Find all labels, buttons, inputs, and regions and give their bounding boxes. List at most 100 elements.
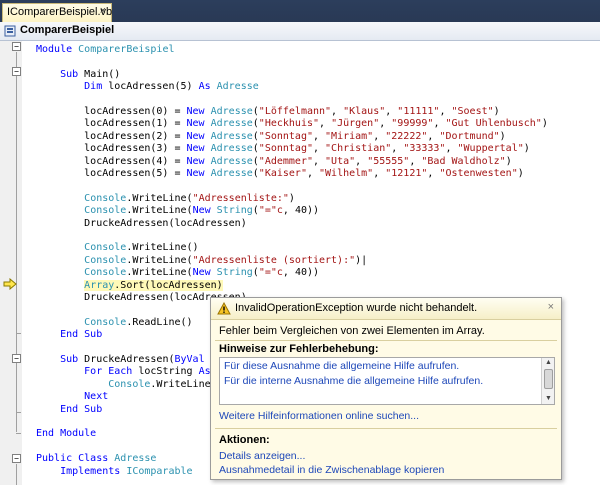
tips-scrollbar[interactable]: ▲ ▼ [541, 358, 554, 404]
code-token: Next [36, 391, 109, 403]
code-line[interactable] [0, 180, 600, 193]
code-token: Module [36, 44, 79, 55]
code-token: "Dortmund" [439, 130, 500, 142]
more-help-online-link[interactable]: Weitere Hilfeinformationen online suchen… [219, 410, 419, 422]
code-line[interactable]: Array.Sort(locAdressen) [0, 279, 600, 293]
code-text: locAdressen(0) = New Adresse("Löffelmann… [36, 106, 500, 119]
scroll-up-icon[interactable]: ▲ [543, 358, 554, 368]
code-text: locAdressen(5) = New Adresse("Kaiser", "… [36, 168, 524, 181]
code-token: "Sonntag" [258, 143, 313, 155]
divider [215, 340, 557, 341]
code-token: "Adressenliste:" [192, 192, 289, 204]
code-token: locAdressen(2) = [36, 130, 187, 142]
code-token: "Wuppertal" [457, 143, 524, 155]
tab-close-icon[interactable]: × [100, 5, 106, 17]
scroll-down-icon[interactable]: ▼ [543, 394, 554, 404]
document-tab-label: IComparerBeispiel.vb [7, 6, 113, 18]
code-token: New [192, 267, 217, 279]
collapse-druckeadressen-icon[interactable]: − [12, 354, 21, 363]
code-token: String [216, 267, 253, 279]
code-token: ByVal [174, 354, 211, 365]
outline-end-marker [16, 433, 21, 434]
code-line[interactable] [0, 56, 600, 69]
code-token: .WriteLine( [126, 192, 193, 204]
code-line[interactable]: locAdressen(3) = New Adresse("Sonntag", … [0, 143, 600, 156]
code-text: Console.WriteLine() [36, 242, 198, 255]
code-token: DruckeAdressen(locAdressen) [36, 217, 247, 229]
copy-exception-detail-link[interactable]: Ausnahmedetail in die Zwischenablage kop… [219, 464, 444, 476]
code-token: "Klaus" [343, 106, 386, 117]
code-token: Adresse [210, 143, 253, 155]
code-token: ) [505, 155, 512, 167]
troubleshooting-heading: Hinweise zur Fehlerbehebung: [219, 343, 379, 355]
collapse-main-icon[interactable]: − [12, 67, 21, 76]
troubleshooting-tips-list[interactable]: Für diese Ausnahme die allgemeine Hilfe … [219, 357, 555, 405]
scroll-thumb[interactable] [544, 369, 553, 389]
code-token: "Adressenliste (sortiert):" [192, 254, 356, 266]
collapse-module-icon[interactable]: − [12, 42, 21, 51]
code-token: , [427, 130, 440, 142]
code-token: New [186, 130, 211, 142]
code-text: Console.WriteLine("Adressenliste:") [36, 193, 295, 206]
code-line[interactable]: Console.WriteLine("Adressenliste:") [0, 193, 600, 206]
collapse-class-icon[interactable]: − [12, 454, 21, 463]
code-token: locAdressen(5) = [36, 168, 187, 179]
code-token: , 40)) [282, 205, 320, 217]
code-token: Sub [36, 68, 85, 80]
code-text: Module ComparerBeispiel [36, 44, 174, 57]
code-line[interactable] [0, 94, 600, 107]
code-token: Adresse [114, 453, 157, 465]
code-line[interactable]: Console.WriteLine(New String("="c, 40)) [0, 267, 600, 280]
code-token: ) [517, 168, 524, 179]
code-line[interactable]: Sub Main() [0, 69, 600, 82]
navigation-bar[interactable]: ComparerBeispiel [0, 22, 600, 41]
code-token: "Ademmer" [258, 155, 313, 167]
code-token: End Sub [36, 403, 103, 415]
code-token: Public Class [36, 453, 115, 465]
code-token: "99999" [391, 118, 434, 130]
popup-close-icon[interactable]: × [548, 301, 554, 313]
code-token: Array [84, 279, 115, 291]
code-token: Adresse [210, 130, 253, 142]
code-token: , [373, 168, 386, 179]
warning-icon [217, 302, 231, 315]
code-token: "22222" [385, 130, 428, 142]
code-token: , [385, 106, 398, 117]
code-token: Console [84, 254, 127, 266]
tip-link-inner-exception-help[interactable]: Für die interne Ausnahme die allgemeine … [224, 375, 483, 387]
code-line[interactable]: locAdressen(4) = New Adresse("Ademmer", … [0, 156, 600, 169]
code-line[interactable]: Module ComparerBeispiel [0, 44, 600, 57]
code-line[interactable]: Dim locAdressen(5) As Adresse [0, 81, 600, 94]
code-token: Dim [36, 81, 109, 93]
document-tab[interactable]: IComparerBeispiel.vb × [2, 3, 112, 22]
code-token: , [433, 118, 446, 130]
code-line[interactable]: Console.WriteLine(New String("="c, 40)) [0, 205, 600, 218]
outline-end-marker [16, 412, 21, 413]
code-token: Adresse [216, 81, 259, 93]
code-line[interactable] [0, 230, 600, 243]
code-token: , [409, 155, 422, 167]
code-line[interactable]: Console.WriteLine("Adressenliste (sortie… [0, 255, 600, 268]
tip-link-general-help[interactable]: Für diese Ausnahme die allgemeine Hilfe … [224, 360, 459, 372]
code-token: String [216, 205, 253, 217]
code-token: )| [355, 254, 368, 266]
exception-title: InvalidOperationException wurde nicht be… [235, 302, 478, 314]
view-details-link[interactable]: Details anzeigen... [219, 450, 305, 462]
code-text: DruckeAdressen(locAdressen) [36, 218, 247, 231]
code-line[interactable]: locAdressen(5) = New Adresse("Kaiser", "… [0, 168, 600, 181]
code-line[interactable]: locAdressen(0) = New Adresse("Löffelmann… [0, 106, 600, 119]
code-line[interactable]: Console.WriteLine() [0, 242, 600, 255]
code-line[interactable]: locAdressen(1) = New Adresse("Heckhuis",… [0, 118, 600, 131]
code-token: End Sub [36, 329, 103, 341]
code-token: Console [84, 192, 127, 204]
code-token: , [439, 106, 452, 117]
code-token: Sub [36, 354, 85, 365]
code-line[interactable]: locAdressen(2) = New Adresse("Sonntag", … [0, 131, 600, 144]
code-token: , [373, 130, 386, 142]
code-token: , [331, 106, 344, 117]
code-token: locString [138, 366, 199, 378]
code-line[interactable]: DruckeAdressen(locAdressen) [0, 218, 600, 231]
